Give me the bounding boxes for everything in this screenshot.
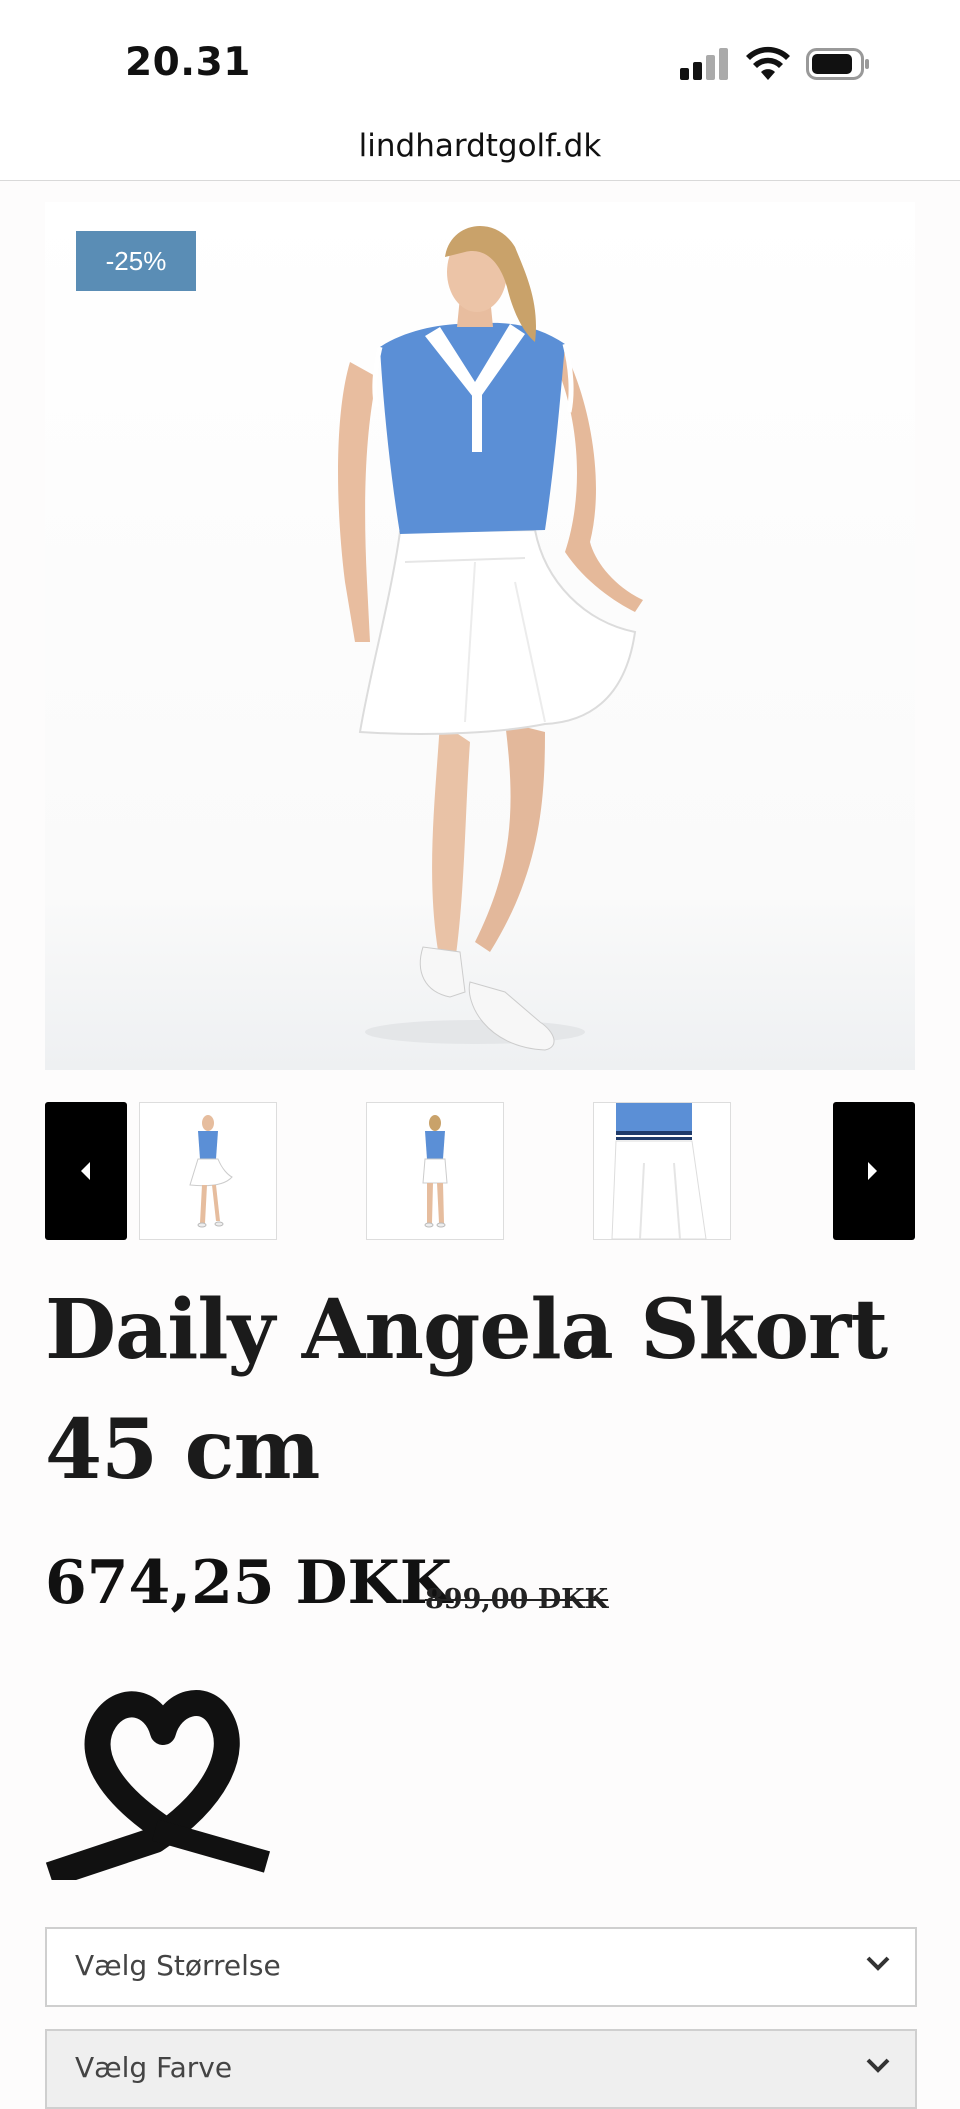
url-text: lindhardtgolf.dk [358,128,602,164]
thumbnail-back[interactable] [366,1102,504,1240]
chevron-down-icon [866,1956,890,1971]
chevron-right-icon [868,1162,877,1180]
size-select-label: Vælg Størrelse [75,1949,281,1982]
color-select-label: Vælg Farve [75,2051,233,2084]
battery-icon [806,48,869,80]
thumbnail-front-image [189,1115,233,1228]
chevron-down-icon [866,2058,890,2073]
browser-url-bar[interactable]: lindhardtgolf.dk [0,112,960,181]
gallery-next-button[interactable] [833,1102,915,1240]
gallery-prev-button[interactable] [45,1102,127,1240]
thumbnail-back-image [422,1115,448,1228]
sale-price: 674,25 DKK [45,1548,452,1618]
original-price: 899,00 DKK [425,1584,609,1615]
wifi-icon [746,46,790,80]
size-select[interactable]: Vælg Størrelse [45,1927,917,2007]
thumbnail-detail[interactable] [593,1102,731,1240]
model-illustration [338,226,643,1051]
product-title: Daily Angela Skort 45 cm [45,1282,888,1498]
status-bar: 20.31 [0,0,960,112]
product-main-image[interactable] [45,202,915,1070]
thumbnail-gallery [45,1102,915,1240]
brand-heart-logo[interactable] [45,1680,275,1880]
color-select[interactable]: Vælg Farve [45,2029,917,2109]
cellular-signal-icon [680,48,732,80]
status-time: 20.31 [125,40,251,85]
discount-badge: -25% [76,231,196,291]
chevron-left-icon [81,1162,90,1180]
thumbnail-detail-image [611,1103,707,1239]
thumbnail-front[interactable] [139,1102,277,1240]
